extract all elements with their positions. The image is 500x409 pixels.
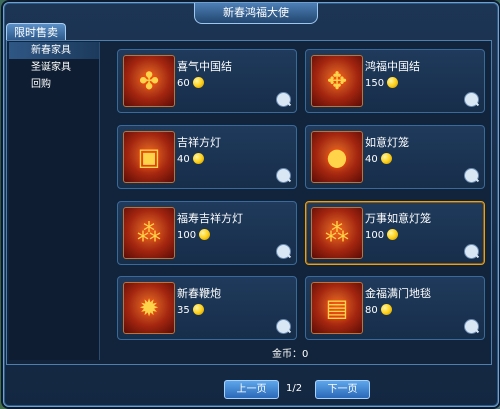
magnify-icon[interactable] bbox=[276, 168, 291, 183]
gold-coin-icon bbox=[192, 304, 204, 315]
item-name: 如意灯笼 bbox=[365, 136, 409, 149]
lantern-string-icon: ⁂ bbox=[123, 207, 175, 259]
category-item-christmas-furniture[interactable]: 圣诞家具 bbox=[9, 59, 99, 76]
round-lantern-icon: ● bbox=[311, 131, 363, 183]
gold-coin-icon bbox=[192, 153, 204, 164]
gold-label: 金币： bbox=[272, 349, 302, 360]
shop-item-wanshi-lantern[interactable]: ⁂ 万事如意灯笼 100 bbox=[305, 201, 485, 265]
shop-item-ruyi-lantern[interactable]: ● 如意灯笼 40 bbox=[305, 125, 485, 189]
item-price: 80 bbox=[365, 304, 392, 316]
square-lantern-icon: ▣ bbox=[123, 131, 175, 183]
item-price: 40 bbox=[365, 153, 392, 165]
category-item-spring-furniture[interactable]: 新春家具 bbox=[9, 42, 99, 59]
magnify-icon[interactable] bbox=[464, 244, 479, 259]
item-price: 100 bbox=[177, 229, 211, 241]
item-price: 40 bbox=[177, 153, 204, 165]
chinese-knot-icon: ✤ bbox=[123, 55, 175, 107]
lantern-string-icon: ⁂ bbox=[311, 207, 363, 259]
firecracker-icon: ✹ bbox=[123, 282, 175, 334]
item-price: 100 bbox=[365, 229, 399, 241]
item-name: 喜气中国结 bbox=[177, 60, 232, 73]
carpet-icon: ▤ bbox=[311, 282, 363, 334]
item-price: 35 bbox=[177, 304, 204, 316]
item-name: 新春鞭炮 bbox=[177, 287, 221, 300]
gold-coin-icon bbox=[387, 77, 399, 88]
item-name: 万事如意灯笼 bbox=[365, 212, 431, 225]
gold-balance: 金币：0 bbox=[272, 345, 308, 360]
magnify-icon[interactable] bbox=[464, 168, 479, 183]
item-name: 吉祥方灯 bbox=[177, 136, 221, 149]
magnify-icon[interactable] bbox=[276, 244, 291, 259]
gold-coin-icon bbox=[192, 77, 204, 88]
item-name: 金福满门地毯 bbox=[365, 287, 431, 300]
shop-item-xiqi-knot[interactable]: ✤ 喜气中国结 60 bbox=[117, 49, 297, 113]
shop-item-hongfu-knot[interactable]: ✥ 鸿福中国结 150 bbox=[305, 49, 485, 113]
gold-coin-icon bbox=[199, 229, 211, 240]
magnify-icon[interactable] bbox=[464, 319, 479, 334]
gold-value: 0 bbox=[302, 349, 309, 360]
page-indicator: 1/2 bbox=[286, 383, 303, 394]
shop-item-jinfu-carpet[interactable]: ▤ 金福满门地毯 80 bbox=[305, 276, 485, 340]
lantern-knot-icon: ✥ bbox=[311, 55, 363, 107]
prev-page-button[interactable]: 上一页 bbox=[224, 380, 279, 399]
tab-limited-sale[interactable]: 限时售卖 bbox=[6, 23, 66, 41]
category-list: 新春家具 圣诞家具 回购 bbox=[9, 42, 100, 360]
magnify-icon[interactable] bbox=[276, 92, 291, 107]
item-price: 150 bbox=[365, 77, 399, 89]
gold-coin-icon bbox=[380, 304, 392, 315]
shop-item-fushou-lamp[interactable]: ⁂ 福寿吉祥方灯 100 bbox=[117, 201, 297, 265]
category-item-buyback[interactable]: 回购 bbox=[9, 76, 99, 93]
shop-item-jixiang-lamp[interactable]: ▣ 吉祥方灯 40 bbox=[117, 125, 297, 189]
magnify-icon[interactable] bbox=[464, 92, 479, 107]
window-title: 新春鸿福大使 bbox=[194, 3, 318, 24]
next-page-button[interactable]: 下一页 bbox=[315, 380, 370, 399]
item-name: 福寿吉祥方灯 bbox=[177, 212, 243, 225]
gold-coin-icon bbox=[387, 229, 399, 240]
magnify-icon[interactable] bbox=[276, 319, 291, 334]
gold-coin-icon bbox=[380, 153, 392, 164]
item-price: 60 bbox=[177, 77, 204, 89]
item-name: 鸿福中国结 bbox=[365, 60, 420, 73]
shop-item-firecrackers[interactable]: ✹ 新春鞭炮 35 bbox=[117, 276, 297, 340]
